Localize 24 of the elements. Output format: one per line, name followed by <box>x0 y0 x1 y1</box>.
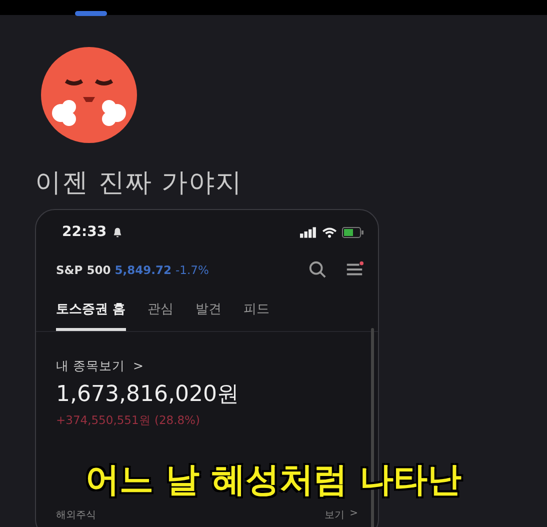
ticker-name: S&P 500 <box>56 262 111 276</box>
ticker-change: -1.7% <box>176 262 209 276</box>
tab[interactable]: 토스증권 홈 <box>56 297 126 331</box>
subtitle-caption: 어느 날 혜성처럼 나타난 <box>86 460 462 500</box>
status-time: 22:33 <box>62 224 107 240</box>
tab-indicator <box>75 11 107 16</box>
bell-icon <box>112 226 123 238</box>
chevron: > <box>132 358 144 375</box>
portfolio-total: 1,673,816,020원 <box>56 381 240 409</box>
signal-icon <box>300 226 317 238</box>
portfolio-gain: +374,550,551원 (28.8%) <box>56 413 201 428</box>
steaming-face-icon <box>39 45 139 145</box>
tab[interactable]: 관심 <box>148 297 174 331</box>
message-text: 이젠 진짜 가야지 <box>35 167 244 200</box>
section-title: 해외주식 <box>56 509 96 522</box>
portfolio-link[interactable]: 내 종목보기 <box>56 358 125 375</box>
chevron: > <box>350 508 358 521</box>
tab[interactable]: 발견 <box>196 297 222 331</box>
wifi-icon <box>322 226 337 238</box>
search-icon[interactable] <box>308 260 327 279</box>
view-link[interactable]: 보기 <box>324 508 345 522</box>
tab[interactable]: 피드 <box>244 297 270 331</box>
battery-icon <box>342 226 364 238</box>
ticker-value: 5,849.72 <box>114 262 172 276</box>
